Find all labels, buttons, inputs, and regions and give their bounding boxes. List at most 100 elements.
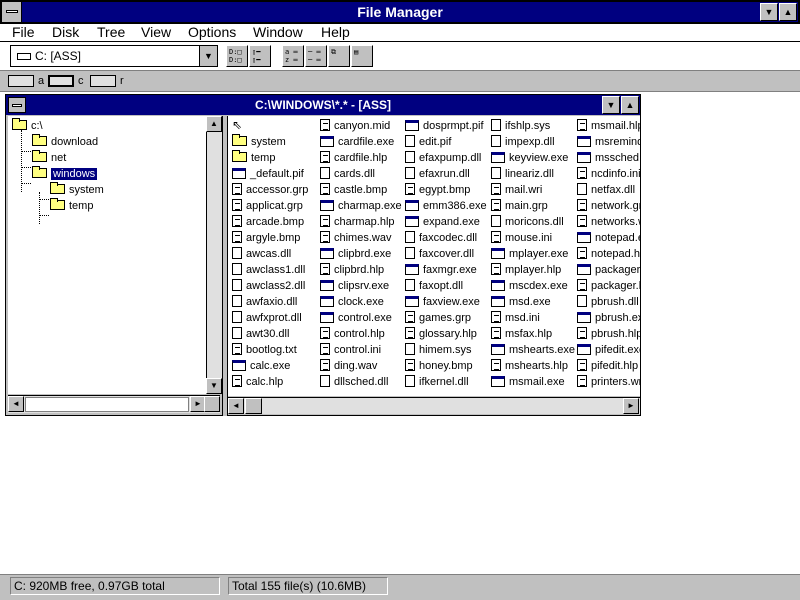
child-maximize-button[interactable]: ▲ — [621, 96, 639, 114]
list-item[interactable]: faxcover.dll — [405, 246, 487, 262]
view-partial-button[interactable]: ⧉ — [328, 45, 350, 67]
view-details-button[interactable]: ─ ═ ─ ═ — [305, 45, 327, 67]
tree-node-download[interactable]: download — [32, 134, 98, 150]
child-minimize-button[interactable]: ▼ — [602, 96, 620, 114]
list-item[interactable]: awclass1.dll — [232, 262, 308, 278]
list-item[interactable]: msmail.hlp — [577, 118, 640, 134]
sort-button[interactable]: ▤ — [351, 45, 373, 67]
list-item[interactable]: pifedit.exe — [577, 342, 640, 358]
tree-horizontal-scrollbar[interactable]: ◄ ► — [8, 395, 220, 413]
list-item[interactable]: efaxrun.dll — [405, 166, 487, 182]
tree-vertical-scrollbar[interactable]: ▲ ▼ — [206, 116, 222, 394]
tree-node-net[interactable]: net — [32, 150, 66, 166]
list-item[interactable]: notepad.hlp — [577, 246, 640, 262]
list-item[interactable]: pbrush.exe — [577, 310, 640, 326]
list-item[interactable]: control.exe — [320, 310, 402, 326]
list-item[interactable]: ifkernel.dll — [405, 374, 487, 390]
dropdown-arrow-icon[interactable]: ▼ — [199, 46, 217, 66]
list-item[interactable]: msmail.exe — [491, 374, 575, 390]
list-item[interactable]: glossary.hlp — [405, 326, 487, 342]
list-item[interactable]: network.grp — [577, 198, 640, 214]
list-item[interactable]: calc.exe — [232, 358, 308, 374]
maximize-button[interactable]: ▲ — [779, 3, 797, 21]
list-item[interactable]: lineariz.dll — [491, 166, 575, 182]
list-item[interactable]: expand.exe — [405, 214, 487, 230]
drive-a[interactable]: a — [8, 73, 44, 90]
list-item[interactable]: mail.wri — [491, 182, 575, 198]
list-item[interactable]: mshearts.exe — [491, 342, 575, 358]
list-item[interactable]: awclass2.dll — [232, 278, 308, 294]
list-item[interactable]: mplayer.exe — [491, 246, 575, 262]
tree-node-windows[interactable]: windows — [32, 166, 98, 182]
list-item[interactable]: _default.pif — [232, 166, 308, 182]
list-item[interactable]: bootlog.txt — [232, 342, 308, 358]
list-item[interactable]: applicat.grp — [232, 198, 308, 214]
drive-r[interactable]: r — [90, 73, 126, 90]
list-item[interactable]: msd.ini — [491, 310, 575, 326]
list-item[interactable]: efaxpump.dll — [405, 150, 487, 166]
list-item[interactable]: himem.sys — [405, 342, 487, 358]
connect-drive-button[interactable]: D:□ D:□ — [226, 45, 248, 67]
scroll-left-button[interactable]: ◄ — [8, 396, 24, 412]
menu-view[interactable]: View — [141, 24, 171, 40]
list-item[interactable]: pbrush.dll — [577, 294, 640, 310]
list-item-parent[interactable] — [232, 117, 308, 134]
list-item[interactable]: awfaxio.dll — [232, 294, 308, 310]
list-item[interactable]: pbrush.hlp — [577, 326, 640, 342]
list-item[interactable]: impexp.dll — [491, 134, 575, 150]
tree-node-root[interactable]: c:\ — [12, 118, 43, 134]
list-item[interactable]: msfax.hlp — [491, 326, 575, 342]
list-item[interactable]: edit.pif — [405, 134, 487, 150]
scroll-up-button[interactable]: ▲ — [206, 116, 222, 132]
menu-window[interactable]: Window — [253, 24, 303, 40]
list-item[interactable]: argyle.bmp — [232, 230, 308, 246]
list-item[interactable]: main.grp — [491, 198, 575, 214]
menu-help[interactable]: Help — [321, 24, 350, 40]
list-item[interactable]: cards.dll — [320, 166, 402, 182]
list-item[interactable]: pifedit.hlp — [577, 358, 640, 374]
tree-node-temp[interactable]: temp — [50, 198, 93, 214]
list-item[interactable]: arcade.bmp — [232, 214, 308, 230]
list-item[interactable]: awcas.dll — [232, 246, 308, 262]
list-item[interactable]: calc.hlp — [232, 374, 308, 390]
list-item[interactable]: charmap.hlp — [320, 214, 402, 230]
list-item[interactable]: notepad.exe — [577, 230, 640, 246]
list-item[interactable]: networks.wri — [577, 214, 640, 230]
list-item[interactable]: clock.exe — [320, 294, 402, 310]
menu-tree[interactable]: Tree — [97, 24, 125, 40]
menu-options[interactable]: Options — [188, 24, 236, 40]
list-item[interactable]: charmap.exe — [320, 198, 402, 214]
list-item[interactable]: egypt.bmp — [405, 182, 487, 198]
list-item[interactable]: ding.wav — [320, 358, 402, 374]
list-item[interactable]: awfxprot.dll — [232, 310, 308, 326]
scroll-right-button[interactable]: ► — [623, 398, 639, 414]
list-item[interactable]: system — [232, 134, 308, 150]
list-item[interactable]: netfax.dll — [577, 182, 640, 198]
menu-file[interactable]: File — [12, 24, 35, 40]
list-item[interactable]: mouse.ini — [491, 230, 575, 246]
list-item[interactable]: castle.bmp — [320, 182, 402, 198]
list-item[interactable]: cardfile.hlp — [320, 150, 402, 166]
list-item[interactable]: packager.exe — [577, 262, 640, 278]
list-item[interactable]: mshearts.hlp — [491, 358, 575, 374]
list-item[interactable]: awt30.dll — [232, 326, 308, 342]
list-item[interactable]: faxopt.dll — [405, 278, 487, 294]
tree-node-system[interactable]: system — [50, 182, 104, 198]
menu-disk[interactable]: Disk — [52, 24, 79, 40]
minimize-button[interactable]: ▼ — [760, 3, 778, 21]
list-item[interactable]: msremind.exe — [577, 134, 640, 150]
list-item[interactable]: printers.wri — [577, 374, 640, 390]
list-item[interactable]: honey.bmp — [405, 358, 487, 374]
list-item[interactable]: msd.exe — [491, 294, 575, 310]
list-item[interactable]: games.grp — [405, 310, 487, 326]
list-item[interactable]: clipbrd.hlp — [320, 262, 402, 278]
list-item[interactable]: accessor.grp — [232, 182, 308, 198]
view-name-button[interactable]: a ═ z ═ — [282, 45, 304, 67]
list-item[interactable]: faxview.exe — [405, 294, 487, 310]
list-item[interactable]: emm386.exe — [405, 198, 487, 214]
list-item[interactable]: dllsched.dll — [320, 374, 402, 390]
list-item[interactable]: packager.hlp — [577, 278, 640, 294]
list-item[interactable]: chimes.wav — [320, 230, 402, 246]
drive-c[interactable]: c — [48, 73, 86, 90]
file-list-horizontal-scrollbar[interactable]: ◄ ► — [228, 397, 640, 414]
